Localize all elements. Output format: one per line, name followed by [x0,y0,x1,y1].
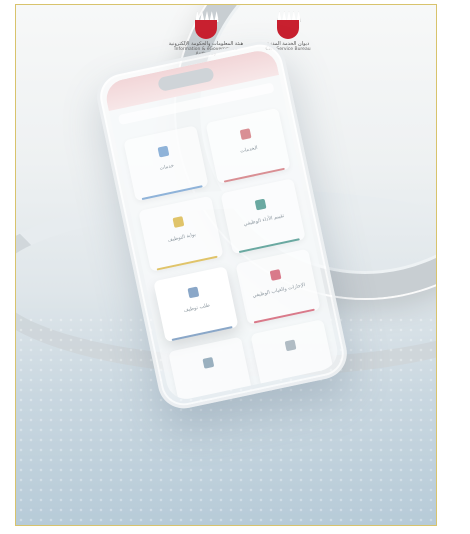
service-icon [269,269,282,281]
service-tile-label: بوابة التوظيف [167,231,197,244]
service-tiles-grid: خدمات الخدمات بوابة التوظيف تقييم الأداء… [123,107,336,403]
service-tile-underline [253,308,315,324]
service-tile-label: الخدمات [239,144,259,155]
service-tile[interactable]: خدمات [123,125,209,202]
service-tile-underline [171,326,233,341]
service-tile-underline [156,255,218,271]
service-tile-label: خدمات [159,162,175,172]
service-tile-underline [238,238,300,254]
service-icon [187,286,200,299]
service-tile[interactable]: تقييم الأداء الوظيفي [220,178,306,255]
service-tile-underline [223,167,285,183]
service-icon [157,145,170,158]
service-tile-label [179,369,244,383]
hero-frame: هيئة المعلومات والحكومة الإلكترونية Info… [15,4,437,526]
page: هيئة المعلومات والحكومة الإلكترونية Info… [0,0,470,534]
service-tile-active[interactable]: طلب توظيف [153,266,239,343]
service-icon [172,216,185,228]
service-tile[interactable]: الخدمات [205,107,291,184]
service-icon [284,339,297,352]
service-tile-label [261,351,326,365]
service-icon [202,356,215,369]
service-icon [239,128,252,141]
service-tile-label: تقييم الأداء الوظيفي [243,212,285,228]
service-tile[interactable]: بوابة التوظيف [138,195,224,272]
bahrain-emblem-icon [277,11,301,39]
service-tile[interactable]: الإجازات والغياب الوظيفي [235,248,321,325]
service-icon [254,198,267,211]
service-tile[interactable] [168,336,254,403]
service-tile-underline [141,185,203,201]
service-tile-label: طلب توظيف [182,302,211,314]
service-tile-label: الإجازات والغياب الوظيفي [251,282,306,300]
bahrain-emblem-icon [195,11,219,39]
